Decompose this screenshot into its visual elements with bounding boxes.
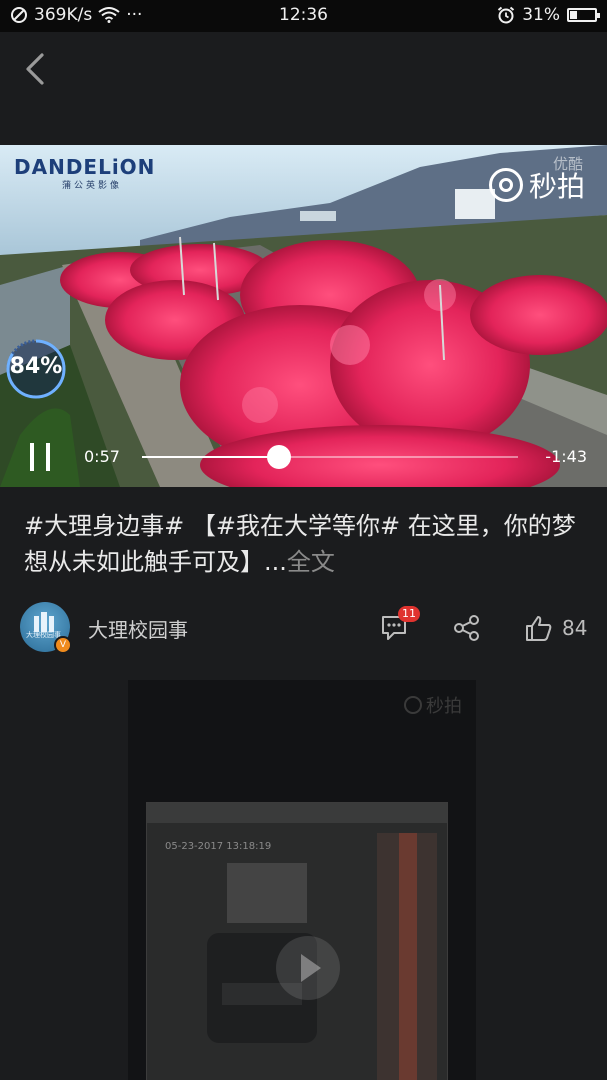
comment-count-badge: 11 (398, 606, 420, 622)
share-button[interactable] (452, 612, 482, 644)
next-video-card[interactable]: 秒拍 05-23-2017 13:18:19 (128, 680, 476, 1080)
brand-subtitle: 蒲公英影像 (62, 181, 123, 191)
status-right: 31% (497, 5, 600, 25)
battery-icon (567, 8, 600, 22)
buffer-percent: 84% (9, 354, 63, 379)
remaining-time: -1:43 (545, 447, 587, 466)
alarm-icon (498, 6, 515, 24)
back-icon (26, 53, 44, 85)
player-controls: 0:57 -1:43 (0, 425, 607, 485)
next-watermark-text: 秒拍 (426, 696, 462, 717)
current-time: 0:57 (84, 447, 120, 466)
battery-percent: 31% (522, 5, 560, 25)
like-button[interactable]: 84 (524, 612, 587, 644)
back-button[interactable] (18, 48, 58, 88)
verified-badge: V (54, 636, 72, 654)
youku-watermark: 优酷 (552, 155, 583, 173)
pause-icon (46, 443, 50, 471)
author-row: 大理校园事 V 大理校园事 11 84 (20, 602, 587, 654)
like-count: 84 (562, 616, 588, 640)
video-player[interactable]: DANDELiON 蒲公英影像 优酷 秒拍 84% 0:57 -1:43 (0, 145, 607, 487)
pause-icon (30, 443, 34, 471)
pause-button[interactable] (28, 443, 54, 471)
battery-fill (570, 11, 577, 19)
seek-bar-played (142, 456, 279, 458)
next-video-watermark: 秒拍 (404, 692, 462, 718)
read-more-link[interactable]: 全文 (287, 548, 335, 576)
camera-icon (488, 168, 523, 202)
miaopai-watermark: 优酷 秒拍 (488, 155, 585, 205)
camera-icon (404, 696, 422, 714)
like-icon (526, 616, 552, 641)
seek-thumb[interactable] (266, 445, 291, 469)
seek-bar[interactable] (142, 445, 518, 469)
post-caption[interactable]: #大理身边事# 【#我在大学等你# 在这里，你的梦想从未如此触手可及】...全文 (24, 508, 584, 580)
brand-logo: DANDELiON (14, 155, 156, 179)
status-bar: 369K/s ··· 12:36 31% (0, 0, 607, 32)
author-name[interactable]: 大理校园事 (88, 614, 188, 643)
avatar[interactable]: 大理校园事 V (20, 602, 72, 654)
share-icon (454, 615, 479, 641)
play-icon[interactable] (276, 936, 340, 1000)
